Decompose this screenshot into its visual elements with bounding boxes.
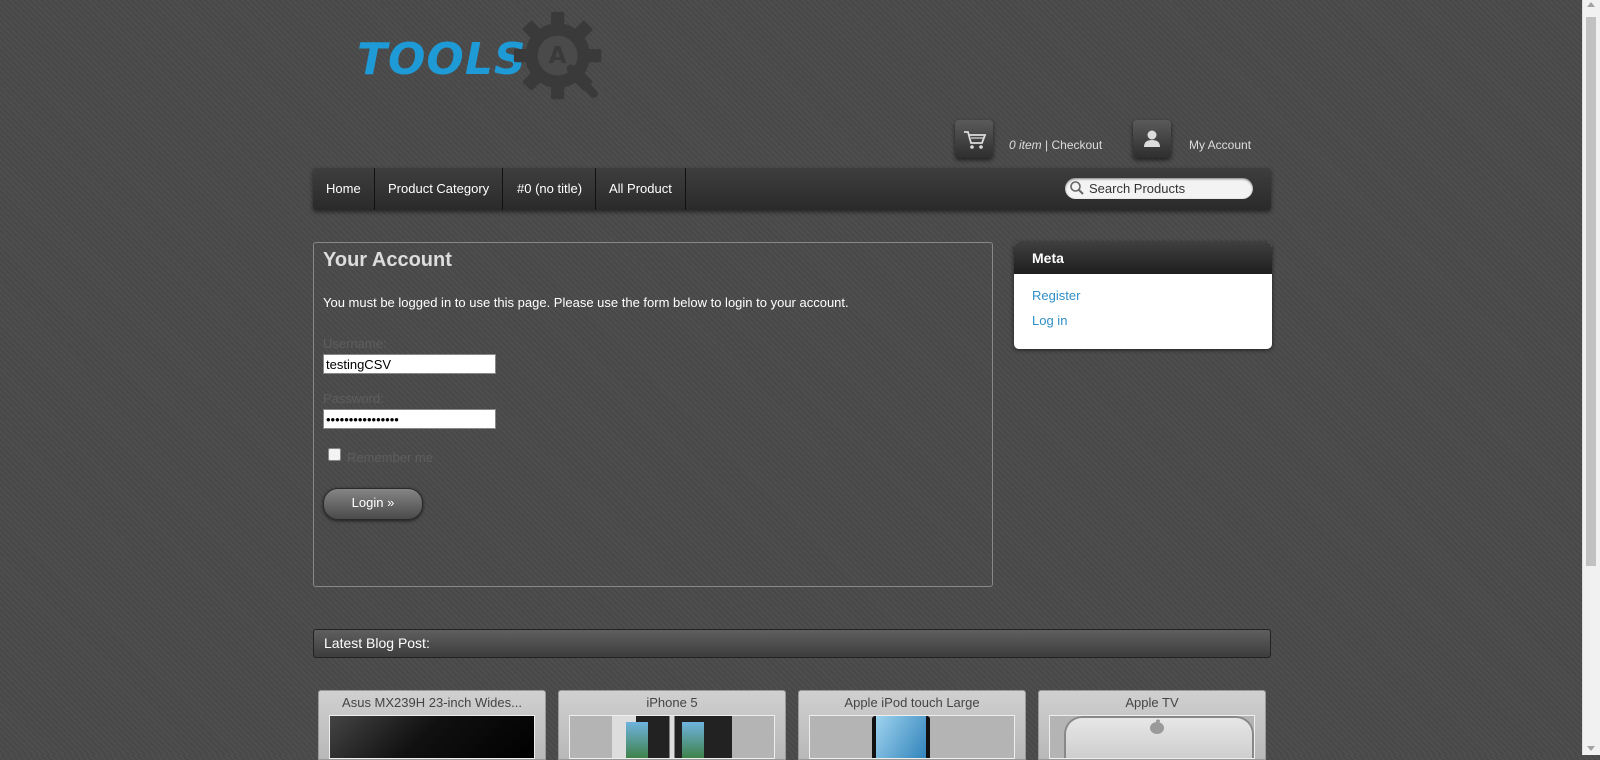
- nav-item-product-category[interactable]: Product Category: [375, 168, 504, 210]
- account-button[interactable]: [1133, 120, 1171, 158]
- cart-button[interactable]: [955, 120, 993, 158]
- user-icon: [1144, 130, 1160, 147]
- nav-item-no-title[interactable]: #0 (no title): [504, 168, 597, 210]
- apple-tv-image: [1049, 715, 1255, 759]
- my-account-link[interactable]: My Account: [1189, 138, 1251, 152]
- cart-separator: |: [1041, 138, 1052, 152]
- login-required-message: You must be logged in to use this page. …: [323, 295, 849, 310]
- latest-blog-heading: Latest Blog Post:: [313, 629, 1271, 658]
- search-icon: [1070, 181, 1084, 195]
- blog-post-card[interactable]: iPhone 5: [558, 690, 786, 760]
- checkout-link[interactable]: Checkout: [1051, 138, 1102, 152]
- cart-summary: 0 item | Checkout: [1009, 138, 1102, 152]
- page-title: Your Account: [323, 249, 452, 271]
- username-input[interactable]: [323, 354, 496, 374]
- account-panel: Your Account You must be logged in to us…: [313, 242, 993, 587]
- scrollbar-thumb[interactable]: [1586, 17, 1596, 566]
- iphone-image: [569, 715, 775, 759]
- blog-post-card[interactable]: Asus MX239H 23-inch Wides...: [318, 690, 546, 760]
- shopping-cart-icon: [964, 131, 987, 149]
- remember-me-checkbox[interactable]: [328, 448, 341, 461]
- monitor-image: [329, 715, 535, 759]
- cart-count: 0 item: [1009, 138, 1042, 152]
- blog-post-title: Asus MX239H 23-inch Wides...: [342, 695, 522, 710]
- scroll-down-arrow-icon[interactable]: [1587, 746, 1595, 751]
- remember-me-label: Remember me: [347, 450, 433, 465]
- blog-post-title: iPhone 5: [646, 695, 698, 710]
- search-box: [1065, 178, 1253, 199]
- header-utility-bar: 0 item | Checkout My Account: [955, 120, 1255, 160]
- nav-item-home[interactable]: Home: [313, 168, 375, 210]
- gear-logo-icon: A: [513, 11, 602, 100]
- ipod-image: [809, 715, 1015, 759]
- login-button[interactable]: Login »: [323, 488, 423, 520]
- blog-post-title: Apple iPod touch Large: [844, 695, 980, 710]
- main-navigation: Home Product Category #0 (no title) All …: [313, 168, 1271, 210]
- nav-item-all-product[interactable]: All Product: [596, 168, 686, 210]
- password-label: Password:: [323, 391, 384, 406]
- site-logo[interactable]: TOOLS A: [357, 8, 617, 103]
- logo-text: TOOLS: [357, 34, 527, 85]
- meta-widget-title: Meta: [1014, 242, 1272, 274]
- blog-post-title: Apple TV: [1125, 695, 1179, 710]
- meta-widget: Meta Register Log in: [1014, 242, 1272, 349]
- apple-logo-icon: [1150, 719, 1164, 734]
- search-input[interactable]: [1089, 180, 1244, 196]
- logo-letter: A: [549, 43, 567, 69]
- username-label: Username:: [323, 336, 387, 351]
- blog-post-card[interactable]: Apple iPod touch Large: [798, 690, 1026, 760]
- scroll-up-arrow-icon[interactable]: [1587, 2, 1595, 7]
- password-input[interactable]: [323, 409, 496, 429]
- register-link[interactable]: Register: [1032, 288, 1080, 303]
- login-link[interactable]: Log in: [1032, 313, 1067, 328]
- blog-post-card[interactable]: Apple TV: [1038, 690, 1266, 760]
- page-scrollbar[interactable]: [1582, 0, 1600, 755]
